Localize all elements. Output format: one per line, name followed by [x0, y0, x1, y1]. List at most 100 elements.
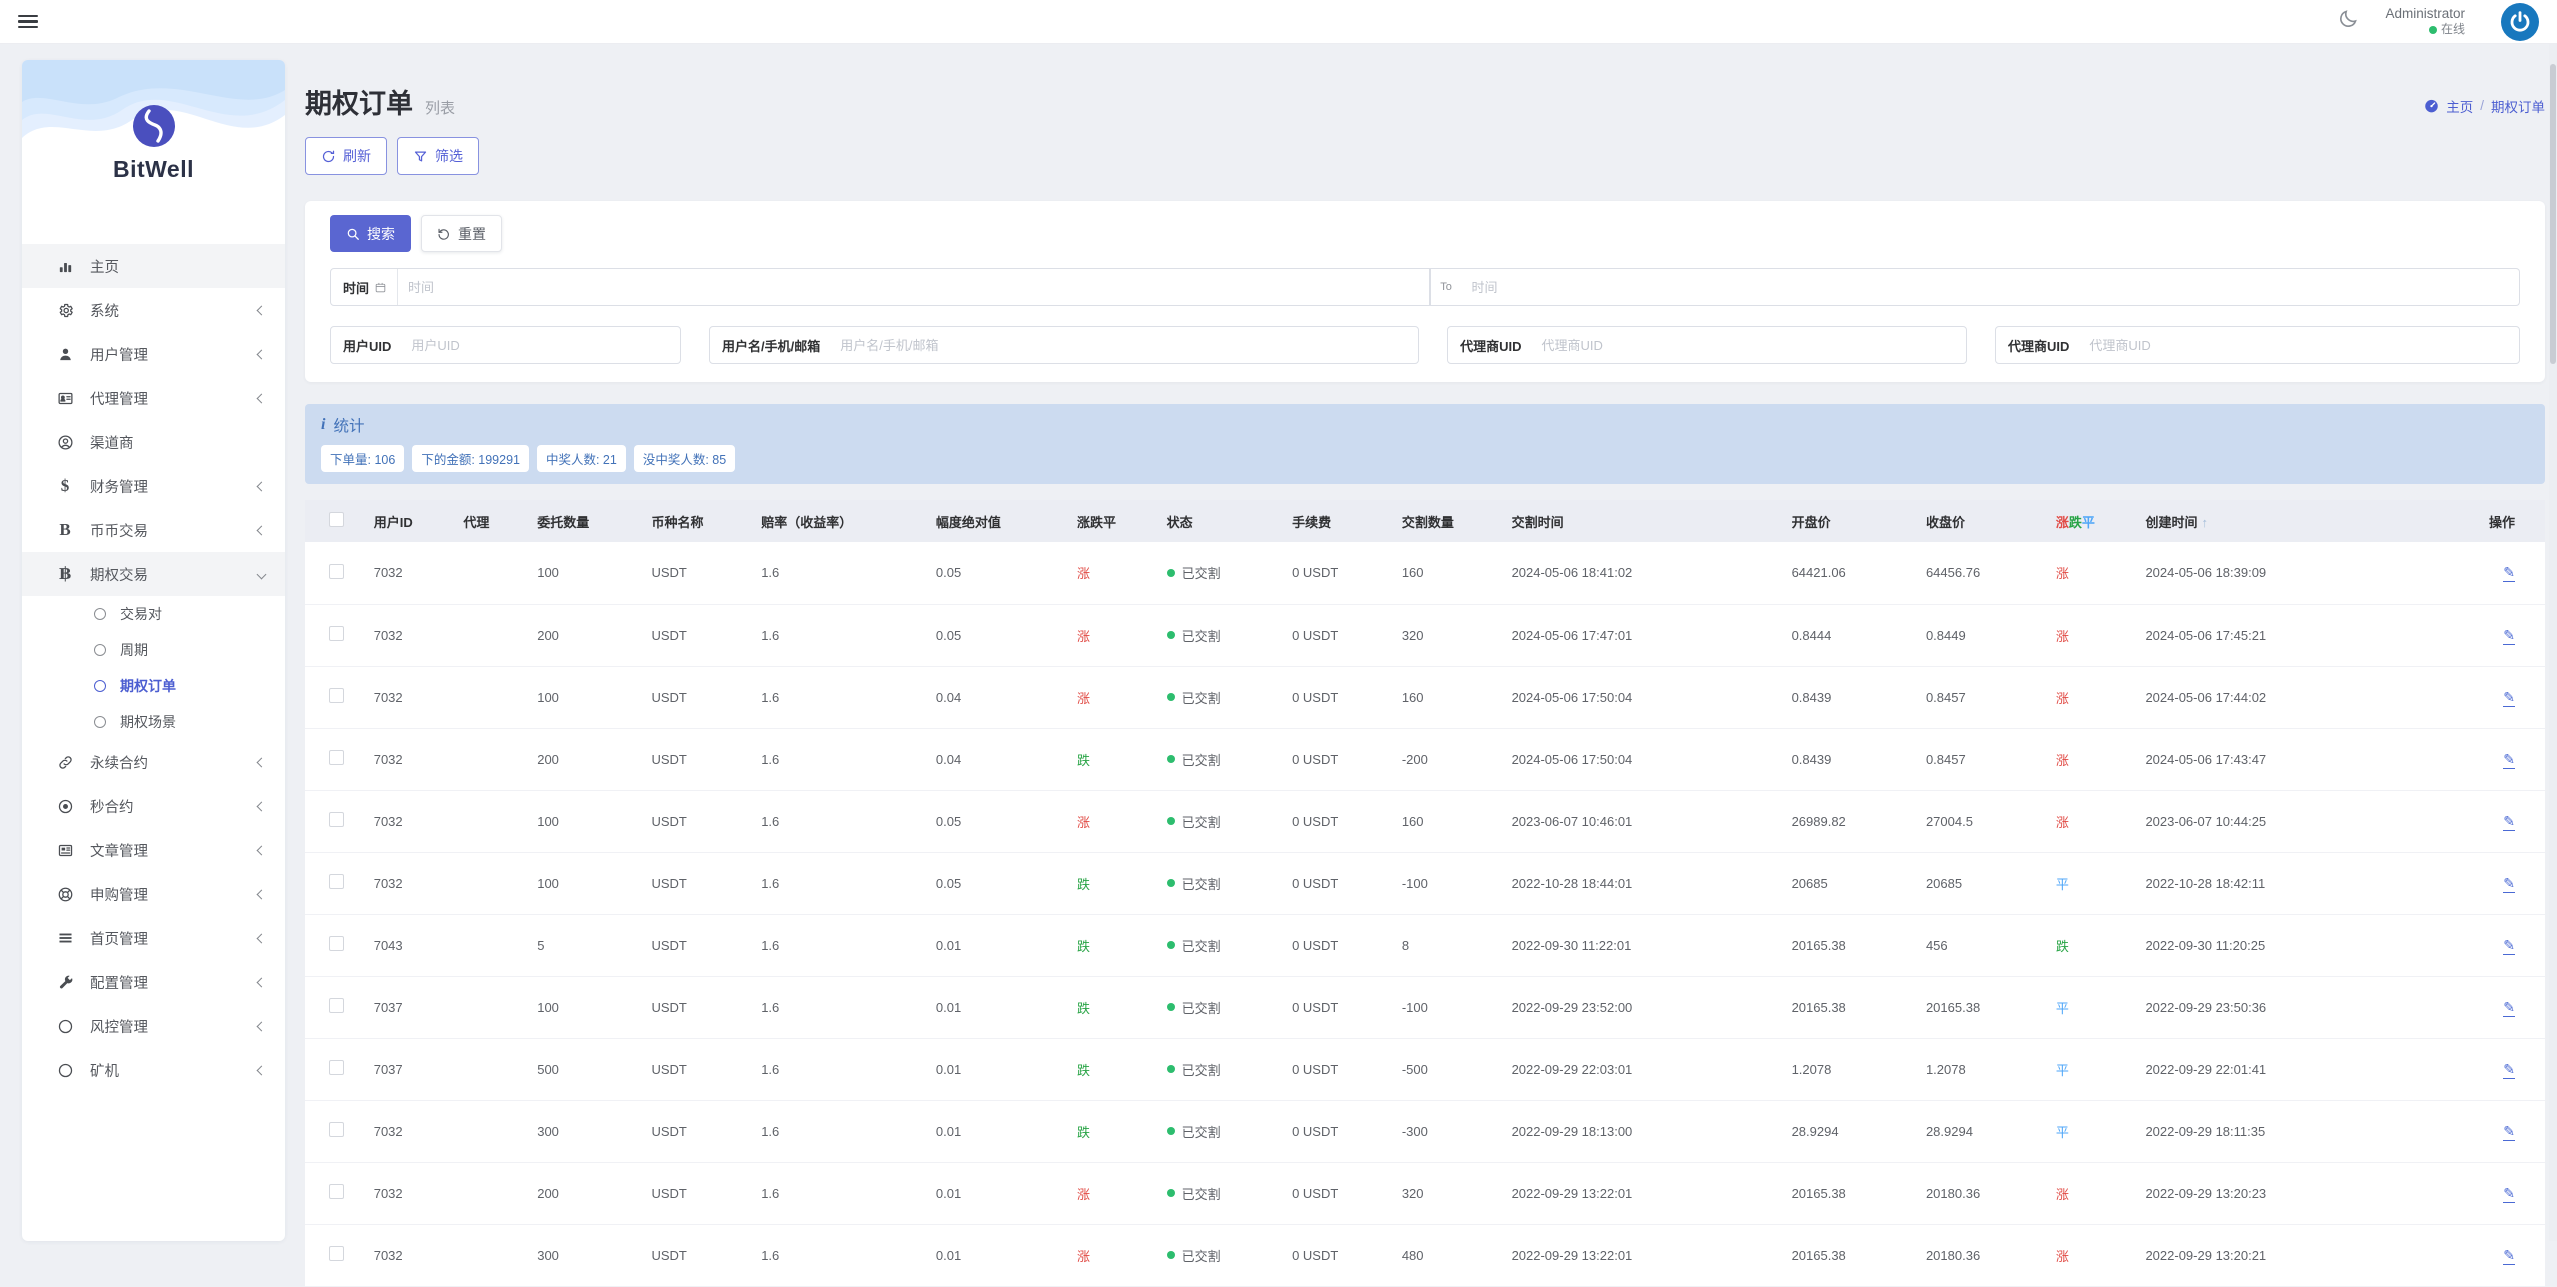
open-price-cell: 1.2078 [1786, 1038, 1920, 1100]
sidebar-item-13[interactable]: 配置管理 [22, 960, 285, 1004]
odds-cell: 1.6 [755, 914, 930, 976]
filter-field-input-0[interactable] [401, 338, 680, 353]
row-checkbox[interactable] [329, 1060, 344, 1075]
hamburger-menu-icon[interactable] [18, 15, 38, 29]
filter-field-label: 代理商UID [1448, 336, 1531, 355]
edit-order-button[interactable]: ✎ [2503, 627, 2515, 645]
edit-order-button[interactable]: ✎ [2503, 999, 2515, 1017]
page-scrollbar[interactable] [2549, 44, 2557, 1241]
row-checkbox[interactable] [329, 626, 344, 641]
edit-order-button[interactable]: ✎ [2503, 751, 2515, 769]
filter-button[interactable]: 筛选 [397, 137, 479, 175]
coin-name-cell: USDT [645, 1100, 755, 1162]
created-time-cell: 2022-09-29 13:20:21 [2139, 1224, 2403, 1286]
result-cell: 平 [2050, 1038, 2140, 1100]
row-checkbox[interactable] [329, 688, 344, 703]
bitwell-logo-icon [132, 104, 176, 148]
dark-mode-moon-icon[interactable] [2337, 8, 2359, 35]
sidebar-item-10[interactable]: 文章管理 [22, 828, 285, 872]
filter-funnel-icon [413, 149, 428, 164]
sidebar-item-1[interactable]: 系统 [22, 288, 285, 332]
odds-cell: 1.6 [755, 1224, 930, 1286]
row-checkbox[interactable] [329, 812, 344, 827]
edit-order-button[interactable]: ✎ [2503, 689, 2515, 707]
stat-badge: 中奖人数: 21 [537, 445, 626, 472]
row-checkbox[interactable] [329, 1246, 344, 1261]
filter-field-input-3[interactable] [2079, 338, 2519, 353]
odds-cell: 1.6 [755, 1100, 930, 1162]
status-cell: 已交割 [1161, 1162, 1286, 1224]
fee-cell: 0 USDT [1286, 1162, 1396, 1224]
row-checkbox[interactable] [329, 750, 344, 765]
settle-time-cell: 2024-05-06 17:50:04 [1506, 666, 1786, 728]
sidebar-item-14[interactable]: 风控管理 [22, 1004, 285, 1048]
edit-order-button[interactable]: ✎ [2503, 875, 2515, 893]
checkbox-cell [305, 790, 368, 852]
sidebar-item-5[interactable]: $财务管理 [22, 464, 285, 508]
edit-order-button[interactable]: ✎ [2503, 1247, 2515, 1265]
sidebar-item-6[interactable]: B币币交易 [22, 508, 285, 552]
search-button[interactable]: 搜索 [330, 215, 411, 252]
edit-order-button[interactable]: ✎ [2503, 937, 2515, 955]
open-price-cell: 20165.38 [1786, 1162, 1920, 1224]
column-header: 收盘价 [1920, 500, 2050, 542]
sidebar-item-11[interactable]: 申购管理 [22, 872, 285, 916]
actions-cell: ✎ [2404, 976, 2545, 1038]
sidebar-item-12[interactable]: 首页管理 [22, 916, 285, 960]
order-qty-cell: 5 [531, 914, 645, 976]
reset-button[interactable]: 重置 [421, 215, 502, 252]
edit-order-button[interactable]: ✎ [2503, 813, 2515, 831]
user-id-cell: 7037 [368, 976, 458, 1038]
column-header[interactable]: 创建时间↑ [2139, 500, 2403, 542]
fee-cell: 0 USDT [1286, 914, 1396, 976]
dollar-icon: $ [54, 476, 76, 496]
sidebar-item-3[interactable]: 代理管理 [22, 376, 285, 420]
sidebar-item-2[interactable]: 用户管理 [22, 332, 285, 376]
sidebar-item-8[interactable]: 永续合约 [22, 740, 285, 784]
checkbox-cell [305, 604, 368, 666]
edit-order-button[interactable]: ✎ [2503, 1061, 2515, 1079]
row-checkbox[interactable] [329, 998, 344, 1013]
avatar[interactable] [2501, 3, 2539, 41]
time-to-input[interactable] [1462, 280, 2519, 295]
sidebar-item-label: 用户管理 [90, 344, 258, 365]
edit-order-button[interactable]: ✎ [2503, 1185, 2515, 1203]
sidebar-item-7[interactable]: ฿期权交易 [22, 552, 285, 596]
direction-cell: 跌 [1071, 852, 1161, 914]
sidebar-item-9[interactable]: 秒合约 [22, 784, 285, 828]
sidebar-subitem-7-1[interactable]: 周期 [22, 632, 285, 668]
settle-qty-cell: 160 [1396, 666, 1506, 728]
chevron-left-icon [257, 845, 267, 855]
search-panel: 搜索 重置 时间 To [305, 201, 2545, 382]
sidebar-subitem-7-0[interactable]: 交易对 [22, 596, 285, 632]
close-price-cell: 0.8449 [1920, 604, 2050, 666]
time-from-input[interactable] [398, 280, 1429, 295]
status-dot-icon [1167, 879, 1175, 887]
filter-field-input-2[interactable] [1531, 338, 1966, 353]
filter-field-input-1[interactable] [830, 338, 1418, 353]
coin-name-cell: USDT [645, 1162, 755, 1224]
row-checkbox[interactable] [329, 936, 344, 951]
refresh-button[interactable]: 刷新 [305, 137, 387, 175]
scrollbar-thumb[interactable] [2550, 64, 2556, 364]
filter-field-3: 代理商UID [1995, 326, 2520, 364]
sidebar-item-0[interactable]: 主页 [22, 244, 285, 288]
time-from-label: 时间 [331, 278, 397, 297]
sidebar-item-15[interactable]: 矿机 [22, 1048, 285, 1092]
row-checkbox[interactable] [329, 1184, 344, 1199]
edit-order-button[interactable]: ✎ [2503, 1123, 2515, 1141]
sidebar-subitem-7-3[interactable]: 期权场景 [22, 704, 285, 740]
breadcrumb-home-link[interactable]: 主页 [2446, 96, 2473, 116]
sidebar-subitem-7-2[interactable]: 期权订单 [22, 668, 285, 704]
row-checkbox[interactable] [329, 874, 344, 889]
row-checkbox[interactable] [329, 1122, 344, 1137]
sidebar-item-4[interactable]: 渠道商 [22, 420, 285, 464]
status-dot-icon [1167, 941, 1175, 949]
agent-cell [457, 914, 531, 976]
edit-order-button[interactable]: ✎ [2503, 564, 2515, 582]
row-checkbox[interactable] [329, 564, 344, 579]
select-all-checkbox[interactable] [329, 512, 344, 527]
checkbox-cell [305, 728, 368, 790]
close-price-cell: 20180.36 [1920, 1224, 2050, 1286]
close-price-cell: 1.2078 [1920, 1038, 2050, 1100]
